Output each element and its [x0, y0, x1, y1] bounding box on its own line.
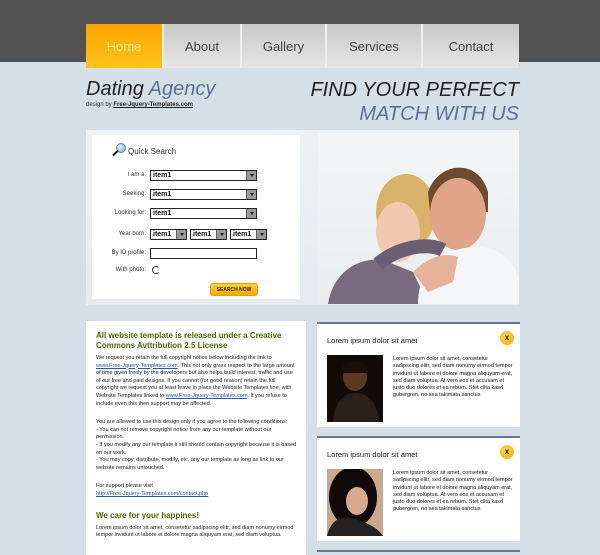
woman-portrait [327, 469, 383, 536]
nav-item-services[interactable]: Services [327, 24, 423, 68]
nav-item-contact[interactable]: Contact [423, 24, 519, 68]
profile-card-title: Lorem ipsum dolor sit amet [327, 336, 418, 345]
field-seeking: Seeking: item1 [92, 189, 300, 203]
profile-card-text: Lorem ipsum dolor sit amet, consetetur s… [393, 356, 513, 399]
quick-search-header: Quick Search [112, 143, 176, 159]
tagline: FIND YOUR PERFECT MATCH WITH US [310, 78, 519, 126]
logo-accent: Agency [148, 78, 216, 100]
support-label: For support please visit [96, 483, 153, 490]
woman-top [328, 259, 428, 304]
tagline-line1: FIND YOUR PERFECT [310, 79, 519, 101]
profile-card: Lorem ipsum dolor sit amet x Lorem ipsum… [317, 436, 520, 541]
year-born-value-2: item1 [193, 231, 212, 238]
condition-1: - You can not remove copyright notice fr… [96, 426, 272, 441]
profile-card-text: Lorem ipsum dolor sit amet, consetetur s… [393, 470, 513, 513]
year-born-value-1: item1 [153, 231, 172, 238]
i-am-select[interactable]: item1 [150, 170, 257, 181]
seeking-select[interactable]: item1 [150, 189, 257, 200]
couple-photo [318, 132, 519, 304]
by-id-input[interactable] [150, 248, 257, 259]
profile-card-title: Lorem ipsum dolor sit amet [327, 450, 418, 459]
nav-item-gallery[interactable]: Gallery [242, 24, 327, 68]
i-am-value: item1 [153, 172, 172, 179]
year-born-select-2[interactable]: item1 [190, 229, 227, 240]
field-year-born: Year born: item1 item1 item1 [92, 229, 300, 243]
year-born-select-3[interactable]: item1 [230, 229, 267, 240]
field-by-id: By ID profile: [92, 248, 300, 262]
with-photo-label: With photo: [115, 267, 146, 273]
license-paragraph: We request you retain the full copyright… [96, 355, 298, 408]
field-i-am: I am a: item1 [92, 170, 300, 184]
quick-search-title: Quick Search [128, 146, 177, 156]
close-icon[interactable]: x [500, 331, 514, 345]
tagline-line2: MATCH WITH US [359, 103, 519, 125]
close-icon[interactable]: x [500, 445, 514, 459]
couple-photo-illustration [328, 167, 519, 304]
chevron-down-icon [216, 230, 226, 239]
support-link[interactable]: http://Free-Jquery-Templates.com/contact… [96, 491, 208, 497]
profile-photo [327, 355, 383, 422]
looking-for-select[interactable]: item1 [150, 208, 257, 219]
quick-search-form: Quick Search I am a: item1 Seeking: item… [92, 135, 300, 299]
by-id-label: By ID profile: [111, 250, 146, 256]
year-born-value-3: item1 [233, 231, 252, 238]
man-face [430, 178, 486, 250]
license-heading: All website template is released under a… [96, 331, 282, 350]
site-logo[interactable]: Dating Agency [86, 78, 215, 101]
condition-3: - You may copy, distribute, modify, etc.… [96, 457, 284, 471]
chevron-down-icon [246, 209, 256, 218]
conditions-intro: You are allowed to use this design only … [96, 419, 288, 426]
seeking-label: Seeking: [122, 191, 146, 197]
with-photo-radio[interactable] [152, 266, 160, 274]
main-nav: Home About Gallery Services Contact [86, 24, 519, 68]
design-credit: design by Free-Jquery-Templates.com [86, 102, 193, 108]
happiness-paragraph: Lorem ipsum dolor sit amet, consetetur s… [96, 524, 294, 539]
design-credit-link[interactable]: Free-Jquery-Templates.com [113, 102, 193, 108]
license-panel: All website template is released under a… [86, 321, 306, 555]
looking-for-value: item1 [153, 210, 172, 217]
conditions-block: You are allowed to use this design only … [96, 419, 298, 472]
card-divider [317, 550, 520, 552]
field-looking-for: Looking for: item1 [92, 208, 300, 222]
chevron-down-icon [256, 230, 266, 239]
profile-photo [327, 469, 383, 536]
seeking-value: item1 [153, 191, 172, 198]
nav-item-about[interactable]: About [164, 24, 242, 68]
design-credit-prefix: design by [86, 102, 112, 108]
field-with-photo: With photo: [92, 265, 300, 279]
man-portrait [327, 355, 383, 422]
profile-card: Lorem ipsum dolor sit amet x Lorem ipsum… [317, 322, 520, 427]
license-link-2[interactable]: www.Free-Jquery-Templates.com [166, 393, 248, 399]
chevron-down-icon [246, 171, 256, 180]
year-born-label: Year born: [118, 231, 146, 237]
nav-item-home[interactable]: Home [86, 24, 164, 68]
logo-main: Dating [86, 78, 144, 100]
magnifier-icon [112, 143, 126, 159]
condition-2: - If you modify any our template it stil… [96, 441, 297, 456]
license-text-a: We request you retain the full copyright… [96, 355, 272, 361]
search-now-button[interactable]: SEARCH NOW [210, 283, 258, 296]
looking-for-label: Looking for: [114, 210, 146, 216]
happiness-heading: We care for your happines! [96, 510, 199, 520]
year-born-select-1[interactable]: item1 [150, 229, 187, 240]
i-am-label: I am a: [127, 172, 146, 178]
license-link-1[interactable]: www.Free-Jquery-Templates.com [96, 363, 178, 369]
chevron-down-icon [246, 190, 256, 199]
chevron-down-icon [176, 230, 186, 239]
support-block: For support please visit http://Free-Jqu… [96, 483, 298, 498]
